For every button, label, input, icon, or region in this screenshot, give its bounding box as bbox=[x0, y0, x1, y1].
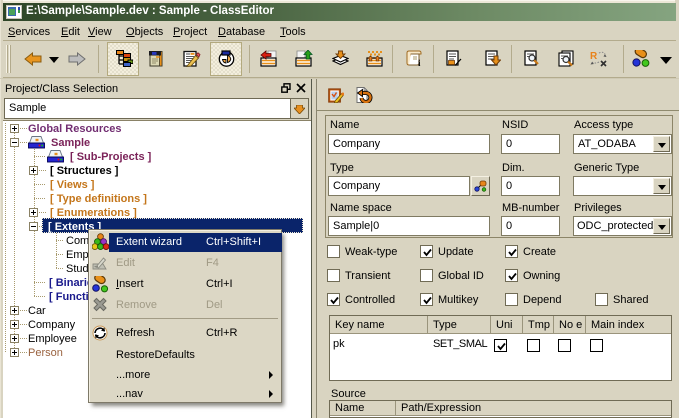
svg-text:i: i bbox=[418, 58, 421, 67]
svg-text:R: R bbox=[590, 51, 598, 62]
